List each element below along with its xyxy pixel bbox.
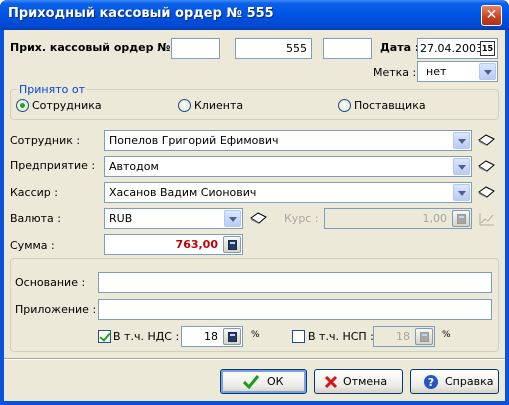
book-icon[interactable] — [250, 212, 267, 225]
vat-checkbox[interactable] — [98, 330, 111, 343]
received-from-legend: Принято от — [17, 83, 87, 96]
vat-value: 18 — [204, 330, 218, 343]
calculator-icon[interactable] — [223, 236, 241, 253]
rate-value: 1,00 — [422, 212, 448, 225]
date-label: Дата : — [380, 41, 420, 54]
button-separator — [4, 358, 505, 360]
help-button[interactable]: ? Справка — [410, 369, 499, 394]
order-suffix-input[interactable] — [323, 38, 372, 59]
order-prefix-input[interactable] — [171, 38, 220, 59]
company-select[interactable]: Автодом — [104, 156, 472, 177]
sum-value: 763,00 — [175, 238, 218, 251]
calculator-icon — [452, 210, 470, 227]
radio-client[interactable] — [178, 99, 191, 112]
date-input[interactable]: 27.04.2003 15 — [417, 38, 498, 59]
mark-select[interactable]: нет — [417, 61, 498, 82]
vat-input[interactable]: 18 — [181, 326, 243, 347]
mark-label: Метка : — [373, 66, 417, 79]
employee-select[interactable]: Попелов Григорий Ефимович — [104, 130, 472, 151]
company-label: Предприятие : — [10, 159, 96, 172]
order-number-label: Прих. кассовый ордер № : — [10, 41, 179, 54]
title-bar[interactable]: Приходный кассовый ордер № 555 ✕ — [0, 0, 509, 30]
employee-label: Сотрудник : — [10, 134, 81, 147]
nsp-input: 18 — [373, 326, 435, 347]
svg-text:?: ? — [428, 376, 434, 389]
chart-icon — [479, 213, 494, 226]
attachment-label: Приложение : — [15, 303, 97, 316]
sum-input[interactable]: 763,00 — [104, 234, 243, 255]
cashier-select[interactable]: Хасанов Вадим Сионович — [104, 182, 472, 203]
dialog-window: Приходный кассовый ордер № 555 ✕ Прих. к… — [0, 0, 509, 405]
cancel-button[interactable]: Отмена — [314, 369, 403, 394]
calculator-icon — [415, 328, 433, 345]
nsp-checkbox[interactable] — [292, 330, 305, 343]
radio-client-label[interactable]: Клиента — [194, 99, 243, 112]
currency-value: RUB — [109, 212, 133, 225]
radio-employee[interactable] — [16, 99, 29, 112]
calculator-icon[interactable] — [223, 328, 241, 345]
details-group: Основание : Приложение : В т.ч. НДС : 18… — [10, 258, 499, 352]
mark-value: нет — [426, 65, 447, 78]
radio-supplier[interactable] — [338, 99, 351, 112]
radio-supplier-label[interactable]: Поставщика — [354, 99, 426, 112]
rate-label: Курс : — [284, 212, 319, 225]
date-value: 27.04.2003 — [420, 42, 483, 55]
window-title: Приходный кассовый ордер № 555 — [8, 6, 274, 21]
sum-label: Сумма : — [10, 239, 55, 252]
cashier-value: Хасанов Вадим Сионович — [109, 186, 257, 199]
attachment-input[interactable] — [98, 299, 492, 320]
basis-label: Основание : — [15, 276, 86, 289]
checkmark-icon — [243, 375, 259, 389]
book-icon[interactable] — [478, 160, 495, 173]
received-from-group: Принято от Сотрудника Клиента Поставщика — [10, 83, 499, 120]
chevron-down-icon[interactable] — [453, 184, 470, 201]
help-button-label: Справка — [445, 375, 494, 388]
vat-percent: % — [251, 330, 260, 340]
basis-input[interactable] — [98, 272, 492, 293]
nsp-label[interactable]: В т.ч. НСП : — [308, 330, 374, 343]
chevron-down-icon[interactable] — [453, 158, 470, 175]
cancel-icon — [324, 375, 338, 389]
calendar-icon[interactable]: 15 — [480, 41, 495, 56]
nsp-percent: % — [442, 330, 451, 340]
employee-value: Попелов Григорий Ефимович — [109, 134, 279, 147]
chevron-down-icon[interactable] — [453, 132, 470, 149]
ok-button-label: ОК — [267, 375, 284, 388]
radio-employee-label[interactable]: Сотрудника — [32, 99, 102, 112]
close-button[interactable]: ✕ — [481, 5, 502, 26]
rate-input: 1,00 — [324, 208, 472, 229]
book-icon[interactable] — [478, 134, 495, 147]
help-icon: ? — [424, 375, 438, 389]
cashier-label: Кассир : — [10, 186, 58, 199]
chevron-down-icon[interactable] — [224, 210, 241, 227]
currency-label: Валюта : — [10, 212, 61, 225]
book-icon[interactable] — [478, 186, 495, 199]
cancel-button-label: Отмена — [343, 375, 388, 388]
chevron-down-icon[interactable] — [479, 63, 496, 80]
vat-label[interactable]: В т.ч. НДС : — [113, 330, 179, 343]
nsp-value: 18 — [396, 330, 410, 343]
ok-button[interactable]: ОК — [220, 369, 307, 394]
company-value: Автодом — [109, 160, 159, 173]
currency-select[interactable]: RUB — [104, 208, 243, 229]
order-number-input[interactable]: 555 — [235, 38, 312, 59]
dialog-body: Прих. кассовый ордер № : 555 Дата : 27.0… — [4, 30, 505, 401]
